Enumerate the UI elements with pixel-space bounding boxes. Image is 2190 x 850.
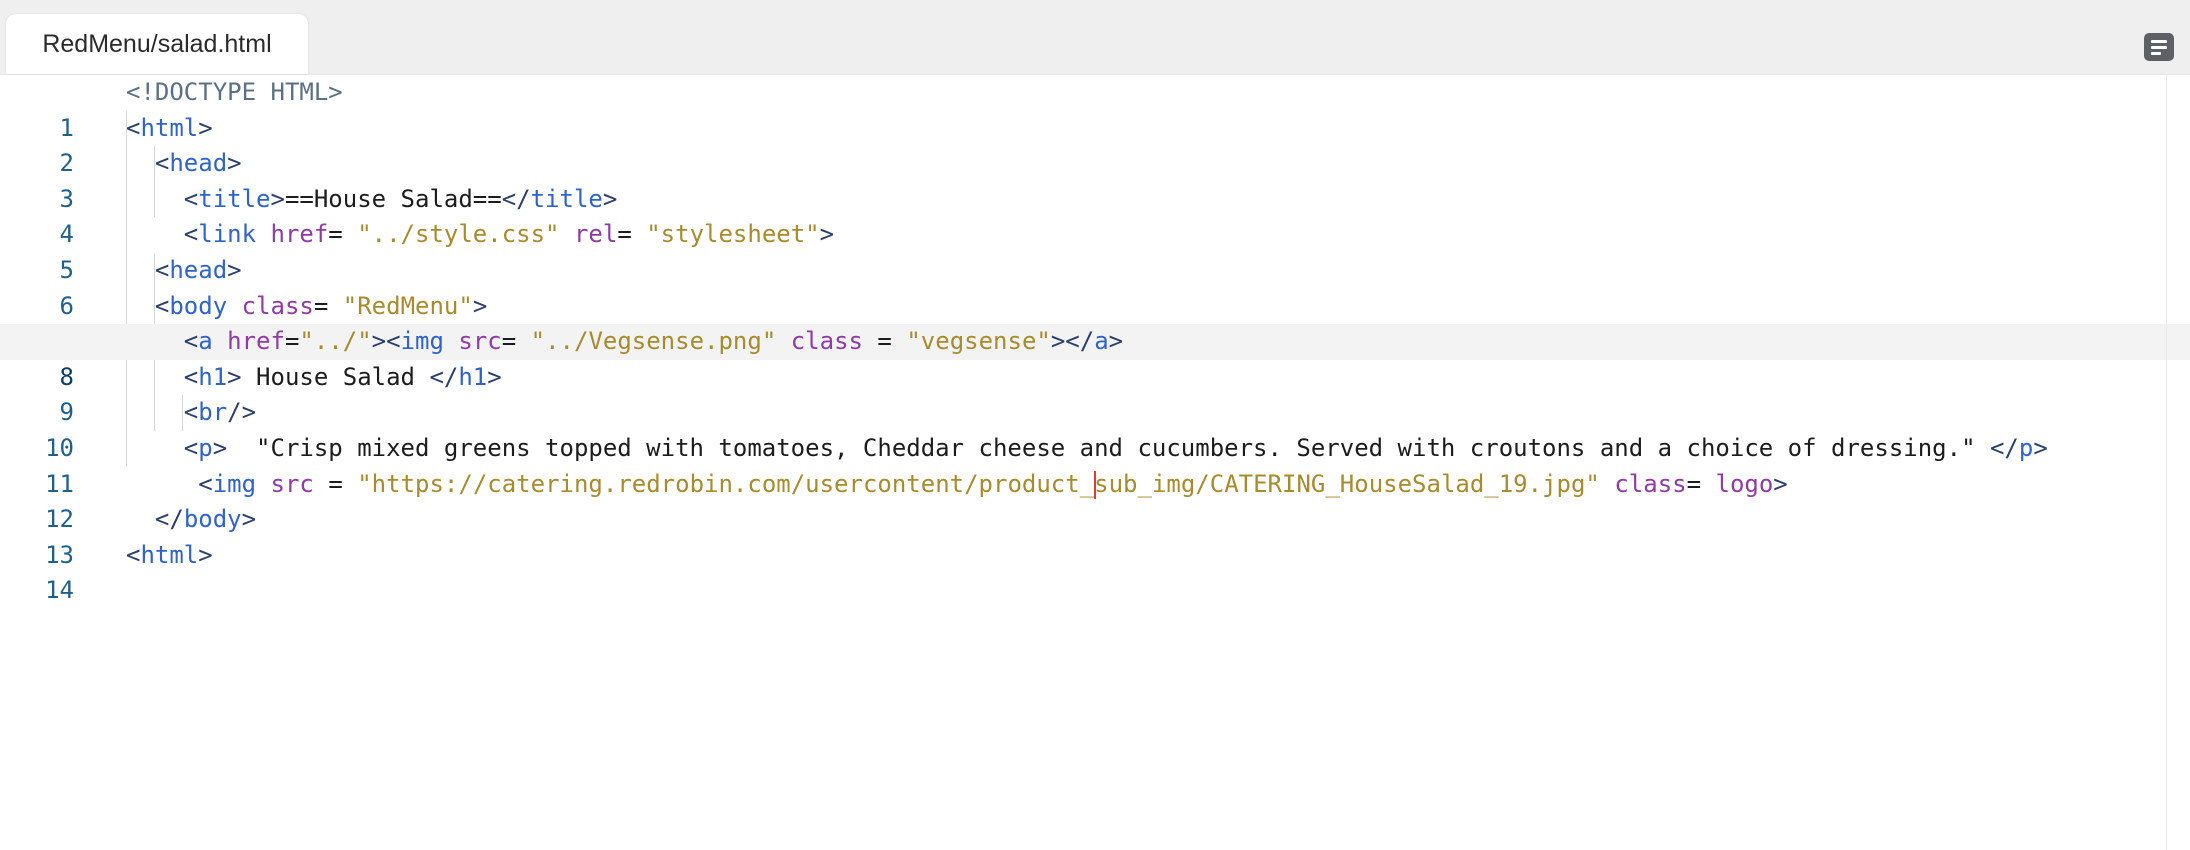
code-line[interactable]: 2 <html> [0, 111, 2190, 178]
file-tab-label: RedMenu/salad.html [42, 29, 272, 58]
tab-bar: RedMenu/salad.html [0, 0, 2190, 75]
file-tab[interactable]: RedMenu/salad.html [6, 14, 308, 74]
code-line[interactable]: 5 <link href= "../style.css" rel= "style… [0, 217, 2190, 284]
line-number: 14 [45, 576, 74, 605]
code-line[interactable]: 9 <h1> House Salad </h1> [0, 360, 2190, 427]
menu-lines-icon[interactable] [2144, 33, 2174, 61]
code-line[interactable]: 1 <!DOCTYPE HTML> [0, 75, 2190, 142]
code-text: <head> [154, 256, 242, 284]
code-line[interactable]: 10 <br/> [0, 395, 2190, 462]
code-line[interactable]: 7 <body class= "RedMenu"> [0, 289, 2190, 356]
scrollbar-track[interactable] [2166, 75, 2167, 850]
text-caret [1094, 470, 1097, 499]
code-text: <img src = "https://catering.redrobin.co… [198, 469, 1788, 499]
code-line[interactable]: 11 <p> "Crisp mixed greens topped with t… [0, 431, 2190, 498]
code-text: <html> [126, 540, 213, 569]
code-line[interactable]: 3 <head> [0, 146, 2190, 213]
code-text: </body> [154, 505, 257, 534]
code-line[interactable]: 14 <html> [0, 538, 2190, 605]
code-text: <head> [154, 149, 242, 178]
code-line[interactable]: 12 <img src = "https://catering.redrobin… [0, 467, 2190, 534]
code-text: <link href= "../style.css" rel= "stylesh… [183, 220, 835, 249]
code-line[interactable]: 6 <head> [0, 253, 2190, 320]
code-text: <br/> [183, 398, 257, 427]
code-editor[interactable]: 1 <!DOCTYPE HTML> 2 <html> 3 <head> 4 <t… [0, 75, 2190, 850]
code-text: <html> [126, 113, 213, 142]
code-line[interactable]: 13 </body> [0, 502, 2190, 569]
code-line-active[interactable]: 8 <a href="../"><img src= "../Vegsense.p… [0, 324, 2190, 391]
code-text: <h1> House Salad </h1> [183, 362, 502, 391]
code-text: <p> "Crisp mixed greens topped with toma… [183, 434, 2048, 462]
code-text: <body class= "RedMenu"> [154, 291, 488, 320]
code-line[interactable]: 4 <title>==House Salad==</title> [0, 182, 2190, 249]
code-text: <a href="../"><img src= "../Vegsense.png… [183, 327, 1124, 356]
code-text: <title>==House Salad==</title> [183, 184, 618, 213]
code-text: <!DOCTYPE HTML> [126, 78, 343, 106]
